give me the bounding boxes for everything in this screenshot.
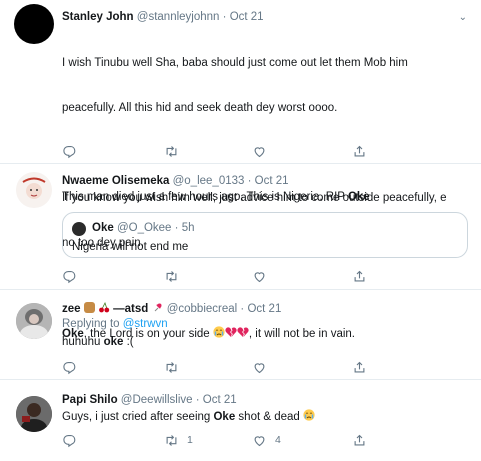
quoted-author-handle: @O_Okee: [116, 222, 172, 234]
tweet-header: Nwaeme Olisemeka @o_lee_0133 · Oct 21: [62, 174, 471, 189]
replying-to-label: Replying to: [62, 318, 123, 330]
author-name[interactable]: zee: [62, 303, 81, 315]
like-icon: [254, 271, 265, 282]
avatar-image: [16, 172, 52, 208]
tweet-text-segment: huhuhu: [62, 336, 104, 348]
reply-icon: [63, 145, 76, 158]
retweet-button[interactable]: [164, 359, 179, 375]
retweet-button[interactable]: [164, 268, 179, 284]
tweet-actions: [62, 268, 372, 284]
quoted-text: Nigeria will not end me: [72, 241, 189, 253]
share-button[interactable]: [352, 359, 367, 375]
author-handle[interactable]: @cobbiecreal: [167, 303, 238, 315]
tweet-text: huhuhu oke :(: [62, 335, 471, 350]
author-handle[interactable]: @o_lee_0133: [173, 175, 245, 187]
avatar[interactable]: [16, 396, 52, 432]
author-name-suffix: —atsd: [113, 303, 149, 315]
tweet-text-segment: This man died just a few hours ago. This…: [62, 191, 348, 203]
share-icon: [354, 434, 365, 445]
avatar[interactable]: [16, 303, 52, 339]
pushpin-emoji-icon: [154, 303, 162, 312]
quoted-author-name: Oke: [92, 222, 114, 234]
retweet-icon: [166, 145, 177, 157]
reply-icon: [63, 434, 76, 447]
tweet-text: This man died just a few hours ago. This…: [62, 190, 471, 205]
like-count: 4: [275, 434, 281, 446]
tweet-actions: 1 4: [62, 432, 372, 448]
timestamp[interactable]: Oct 21: [203, 394, 237, 406]
reply-button[interactable]: [62, 359, 77, 375]
author-name[interactable]: Stanley John: [62, 11, 134, 23]
share-icon: [354, 270, 365, 281]
separator-dot: ·: [247, 175, 252, 187]
retweet-icon: [166, 270, 177, 282]
tweet-header: zee —atsd @cobbiecreal · Oct 21: [62, 301, 471, 316]
tweet-line: peacefully. All this hid and seek death …: [62, 102, 338, 114]
separator-dot: ·: [195, 394, 200, 406]
share-icon: [354, 361, 365, 372]
author-handle[interactable]: @Deewillslive: [121, 394, 193, 406]
reply-button[interactable]: [62, 432, 77, 448]
author-handle[interactable]: @stannleyjohnn: [137, 11, 220, 23]
like-button[interactable]: [252, 143, 267, 159]
tweet-line: I wish Tinubu well Sha, baba should just…: [62, 57, 408, 69]
mention-oke: oke: [103, 336, 124, 348]
like-icon: [254, 146, 265, 157]
timestamp[interactable]: Oct 21: [230, 11, 264, 23]
tweet-actions: [62, 359, 372, 375]
like-button[interactable]: 4: [252, 432, 281, 448]
mention-oke: Oke: [213, 411, 236, 423]
separator-dot: ·: [174, 222, 179, 234]
timestamp[interactable]: Oct 21: [255, 175, 289, 187]
share-button[interactable]: [352, 268, 367, 284]
tweet-zee[interactable]: zee —atsd @cobbiecreal · Oct 21 Replying…: [0, 290, 481, 380]
retweet-count: 1: [187, 434, 193, 446]
share-icon: [354, 145, 365, 156]
like-icon: [254, 435, 265, 446]
tweet-actions: [62, 143, 372, 159]
tweet-nwaeme-olisemeka[interactable]: Nwaeme Olisemeka @o_lee_0133 · Oct 21 Th…: [0, 164, 481, 290]
share-button[interactable]: [352, 432, 367, 448]
replying-to: Replying to @strwvn: [62, 317, 471, 332]
tweet-text-segment: Guys, i just cried after seeing: [62, 411, 214, 423]
cherries-emoji-icon: [99, 301, 110, 313]
reply-icon: [63, 270, 76, 283]
tweet-papi-shilo[interactable]: Papi Shilo @Deewillslive · Oct 21 Guys, …: [0, 380, 481, 461]
quoted-timestamp: 5h: [181, 222, 195, 234]
bear-emoji-icon: [83, 302, 95, 313]
crying-emoji-icon: [303, 409, 315, 421]
tweet-text: Guys, i just cried after seeing Oke shot…: [62, 409, 471, 425]
retweet-icon: [166, 434, 177, 446]
timestamp[interactable]: Oct 21: [247, 303, 281, 315]
like-button[interactable]: [252, 268, 267, 284]
quoted-avatar: [72, 222, 86, 236]
quoted-tweet[interactable]: Oke @O_Okee · 5h Nigeria will not end me: [62, 212, 468, 258]
avatar-image: [16, 303, 52, 339]
avatar-image: [16, 396, 52, 432]
retweet-button[interactable]: [164, 143, 179, 159]
tweet-stanley-john[interactable]: Stanley John @stannleyjohnn · Oct 21 ⌄ I…: [0, 0, 481, 340]
tweet-header: Stanley John @stannleyjohnn · Oct 21 ⌄: [62, 10, 471, 25]
tweet-header: Papi Shilo @Deewillslive · Oct 21: [62, 393, 471, 408]
avatar[interactable]: [16, 172, 52, 208]
like-icon: [254, 362, 265, 373]
retweet-icon: [166, 361, 177, 373]
like-button[interactable]: [252, 359, 267, 375]
reply-button[interactable]: [62, 268, 77, 284]
quoted-header: Oke @O_Okee · 5h: [92, 221, 195, 236]
mention-oke: Oke: [347, 191, 370, 203]
separator-dot: ·: [222, 11, 227, 23]
reply-icon: [63, 361, 76, 374]
author-name[interactable]: Nwaeme Olisemeka: [62, 175, 169, 187]
retweet-button[interactable]: 1: [164, 432, 193, 448]
tweet-text-segment: :(: [123, 336, 134, 348]
reply-button[interactable]: [62, 143, 77, 159]
avatar[interactable]: [14, 4, 54, 44]
separator-dot: ·: [240, 303, 245, 315]
reply-handle-link[interactable]: @strwvn: [123, 318, 168, 330]
tweet-text-segment: shot & dead: [235, 411, 304, 423]
author-name[interactable]: Papi Shilo: [62, 394, 118, 406]
share-button[interactable]: [352, 143, 367, 159]
chevron-down-icon[interactable]: ⌄: [459, 10, 467, 25]
